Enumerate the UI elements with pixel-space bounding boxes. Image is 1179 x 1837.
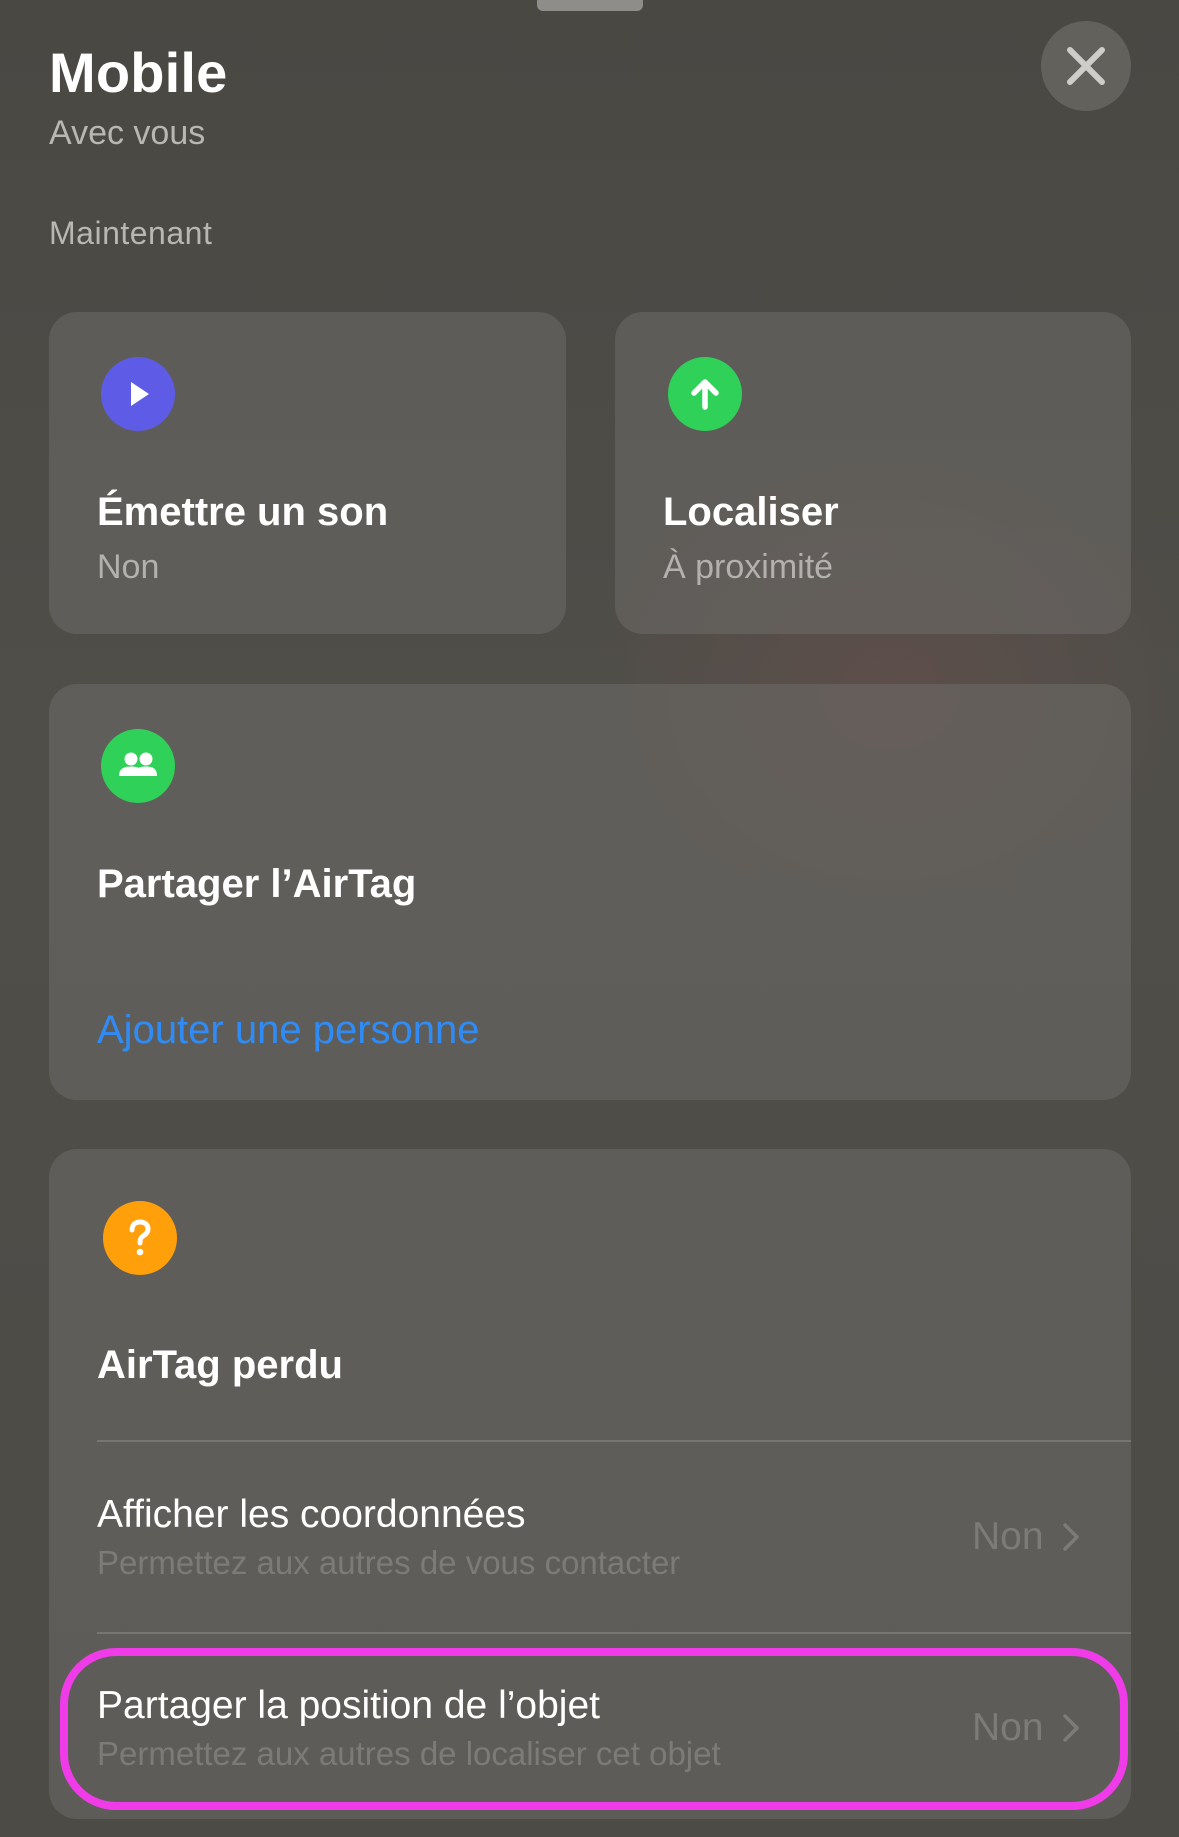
play-sound-status: Non xyxy=(97,548,160,586)
chevron-right-icon xyxy=(1063,1523,1079,1551)
arrow-up-icon xyxy=(668,357,742,431)
highlight-outline xyxy=(60,1648,1128,1810)
close-button[interactable] xyxy=(1041,21,1131,111)
play-sound-card[interactable]: Émettre un son Non xyxy=(49,312,566,634)
add-person-link[interactable]: Ajouter une personne xyxy=(97,1006,480,1054)
show-contact-value: Non xyxy=(972,1515,1044,1558)
page-title: Mobile xyxy=(49,41,228,104)
play-sound-title: Émettre un son xyxy=(97,490,389,534)
locate-card[interactable]: Localiser À proximité xyxy=(615,312,1131,634)
page-subtitle: Avec vous xyxy=(49,114,206,152)
question-icon xyxy=(103,1201,177,1275)
close-icon xyxy=(1067,47,1105,85)
sheet-grabber[interactable] xyxy=(537,0,643,11)
show-contact-subtitle: Permettez aux autres de vous contacter xyxy=(97,1544,681,1581)
share-airtag-card: Partager l’AirTag Ajouter une personne xyxy=(49,684,1131,1100)
people-icon xyxy=(101,729,175,803)
show-contact-title: Afficher les coordonnées xyxy=(97,1493,526,1536)
section-label: Maintenant xyxy=(49,215,213,251)
share-airtag-title: Partager l’AirTag xyxy=(97,862,417,906)
locate-title: Localiser xyxy=(663,490,839,534)
play-icon xyxy=(101,357,175,431)
locate-status: À proximité xyxy=(663,548,834,586)
lost-airtag-title: AirTag perdu xyxy=(97,1343,343,1387)
